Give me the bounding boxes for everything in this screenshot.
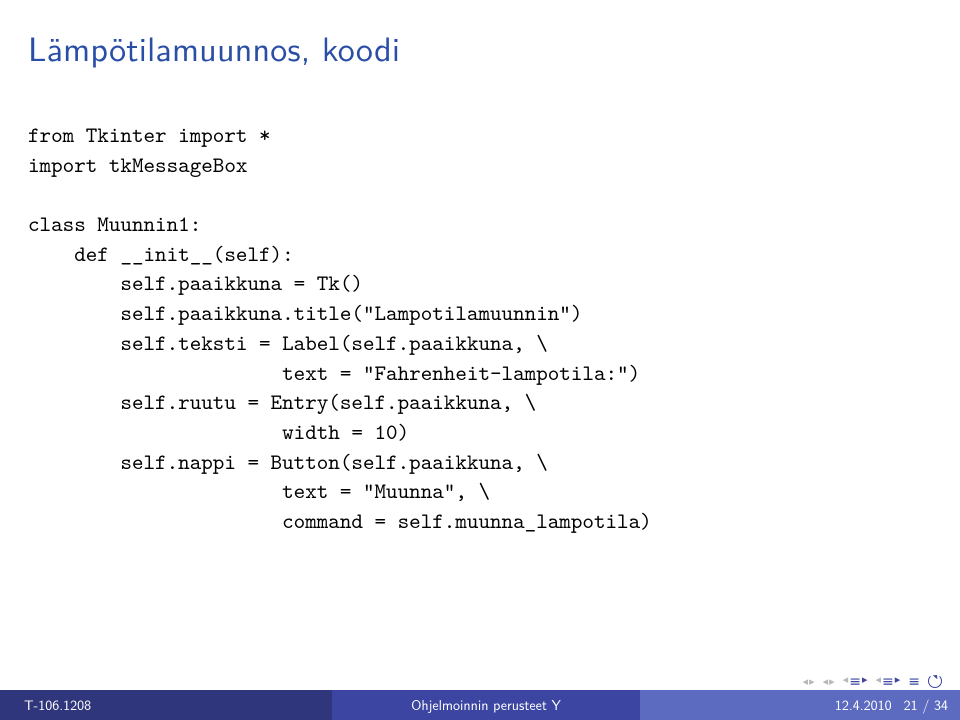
nav-frame-controls: ◂ ▸ [803,676,815,687]
footer-right: 12.4.2010 21 / 34 [640,690,960,720]
nav-equiv-icon: ≡ [849,674,861,688]
slide-title: Lämpötilamuunnos, koodi [28,22,932,72]
nav-doc-controls: ◂ ≡ ▸ [875,674,900,688]
nav-next-section-icon[interactable]: ▸ [862,674,868,688]
nav-first-icon[interactable]: ◂ [875,674,881,688]
nav-prev-frame-icon[interactable]: ◂ [803,676,809,687]
nav-last-icon[interactable]: ▸ [895,674,901,688]
nav-next-sub-icon[interactable]: ▸ [829,676,835,687]
nav-doc-equiv-icon: ≡ [882,674,894,688]
slide: Lämpötilamuunnos, koodi from Tkinter imp… [0,0,960,720]
nav-menu-icon[interactable]: ≡ [908,674,920,688]
footer: T-106.1208 Ohjelmoinnin perusteet Y 12.4… [0,690,960,720]
nav-next-frame-icon[interactable]: ▸ [809,676,815,687]
course-title: Ohjelmoinnin perusteet Y [411,695,561,715]
nav-prev-sub-icon[interactable]: ◂ [823,676,829,687]
course-code: T-106.1208 [24,695,91,715]
code-block: from Tkinter import * import tkMessageBo… [28,120,932,536]
nav-prev-section-icon[interactable]: ◂ [843,674,849,688]
footer-center: Ohjelmoinnin perusteet Y [332,690,640,720]
nav-section-controls: ◂ ≡ ▸ [843,674,868,688]
nav-subsection-controls: ◂ ▸ [823,676,835,687]
nav-controls: ◂ ▸ ◂ ▸ ◂ ≡ ▸ ◂ ≡ ▸ ≡ [803,674,942,688]
footer-left: T-106.1208 [0,690,332,720]
page-number: 21 / 34 [904,695,948,715]
slide-date: 12.4.2010 [835,695,892,715]
refresh-icon[interactable] [928,674,942,688]
